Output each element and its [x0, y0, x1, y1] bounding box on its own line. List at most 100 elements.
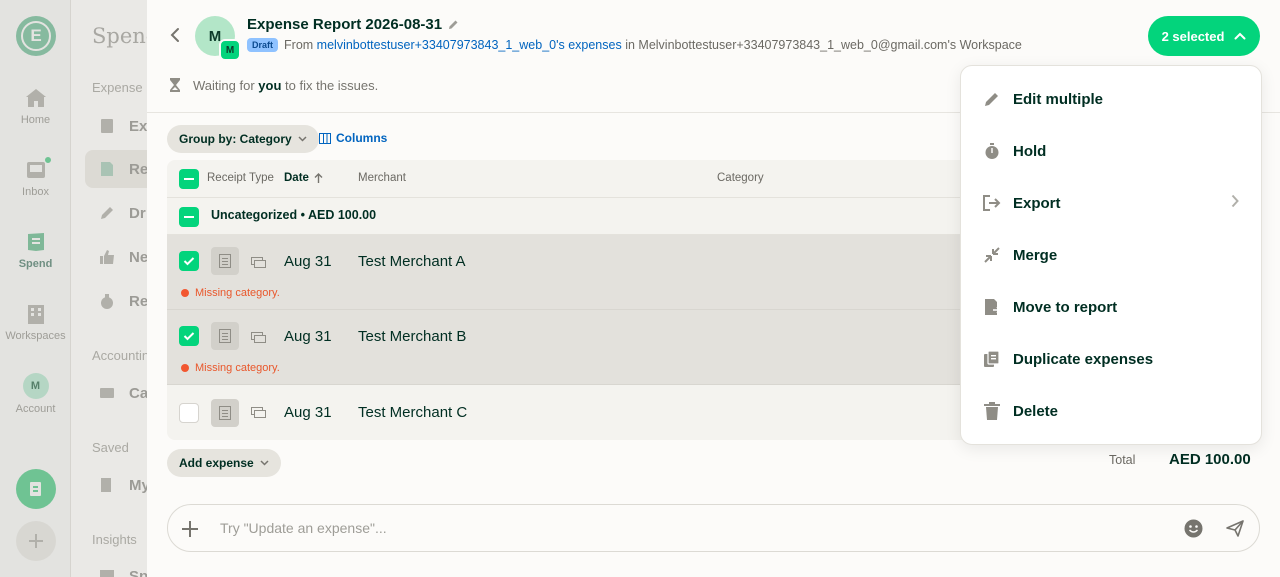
duplicate-icon [982, 349, 1002, 369]
sidebar-item-label: Dr [129, 204, 146, 222]
receipt-thumbnail[interactable] [211, 322, 239, 350]
workspace-avatar: M [219, 39, 241, 61]
menu-item-move-to-report[interactable]: Move to report [961, 281, 1261, 333]
menu-item-duplicate-expenses[interactable]: Duplicate expenses [961, 333, 1261, 385]
card-icon [100, 388, 114, 398]
plus-icon [29, 534, 43, 548]
header-merchant[interactable]: Merchant [358, 172, 406, 184]
header-date-label: Date [284, 172, 309, 184]
from-link[interactable]: melvinbottestuser+33407973843_1_web_0's … [317, 38, 622, 52]
move-report-icon [982, 297, 1002, 317]
header-receipt-type[interactable]: Receipt Type [207, 172, 274, 184]
cash-icon [251, 257, 266, 268]
sidebar-section-insights: Insights [92, 532, 137, 547]
row-checkbox[interactable] [179, 326, 199, 346]
row-merchant: Test Merchant A [358, 253, 466, 270]
create-expense-button[interactable] [16, 469, 56, 509]
total-label: Total [1109, 453, 1136, 467]
sidebar-item-label: Ne [129, 248, 147, 266]
receipt-plus-icon [30, 482, 41, 496]
receipt-icon [219, 406, 231, 420]
global-create-button[interactable] [16, 521, 56, 561]
composer-placeholder[interactable]: Try "Update an expense"... [220, 520, 387, 536]
sidebar-item-reports[interactable]: Re [85, 150, 147, 188]
add-expense-label: Add expense [179, 456, 254, 470]
sidebar-item-needs-approval[interactable]: Ne [85, 238, 147, 276]
saved-search-icon [101, 478, 111, 492]
stopwatch-icon [982, 141, 1002, 161]
receipt-thumbnail[interactable] [211, 399, 239, 427]
receipt-thumbnail[interactable] [211, 247, 239, 275]
export-icon [982, 193, 1002, 213]
nav-account[interactable]: M Account [0, 373, 71, 415]
nav-spend[interactable]: Spend [0, 230, 71, 270]
from-prefix: From [284, 38, 314, 52]
menu-item-hold[interactable]: Hold [961, 125, 1261, 177]
add-expense-button[interactable]: Add expense [167, 449, 281, 477]
arrow-up-icon [314, 172, 323, 183]
menu-item-label: Merge [1013, 246, 1058, 264]
menu-item-label: Move to report [1013, 298, 1118, 316]
send-icon[interactable] [1226, 520, 1244, 537]
group-by-label: Group by: Category [179, 132, 292, 146]
spend-icon [24, 230, 48, 254]
nav-workspaces-label: Workspaces [5, 330, 66, 342]
nav-account-label: Account [15, 403, 56, 415]
back-button[interactable] [165, 25, 185, 45]
header-date[interactable]: Date [284, 172, 323, 184]
group-checkbox[interactable] [179, 207, 199, 227]
row-checkbox[interactable] [179, 251, 199, 271]
report-title-text: Expense Report 2026-08-31 [247, 16, 443, 33]
row-error: Missing category. [181, 362, 280, 374]
sidebar-item-reimburse[interactable]: Re [85, 282, 147, 320]
plus-icon[interactable] [181, 520, 199, 538]
sidebar-item-cards[interactable]: Ca [85, 374, 147, 412]
money-bag-icon [101, 294, 113, 309]
chat-composer[interactable]: Try "Update an expense"... [167, 504, 1260, 552]
select-all-checkbox[interactable] [179, 169, 199, 189]
menu-item-delete[interactable]: Delete [961, 385, 1261, 437]
sidebar-item-my-saved[interactable]: My [85, 466, 147, 504]
sidebar-item-label: Ex [129, 117, 147, 135]
sidebar-section-accounting: Accountin [92, 348, 147, 363]
status-badge: Draft [247, 38, 279, 52]
nav-workspaces[interactable]: Workspaces [0, 302, 71, 342]
menu-item-label: Duplicate expenses [1013, 350, 1154, 368]
columns-button[interactable]: Columns [319, 131, 387, 145]
chevron-left-icon [170, 28, 179, 42]
selected-actions-button[interactable]: 2 selected [1148, 16, 1260, 56]
row-error-text: Missing category. [195, 362, 280, 374]
report-title[interactable]: Expense Report 2026-08-31 [247, 16, 459, 33]
receipt-icon [219, 254, 231, 268]
chevron-up-icon [1234, 32, 1246, 40]
pencil-icon[interactable] [448, 19, 459, 30]
cash-icon [251, 332, 266, 343]
header-category[interactable]: Category [717, 172, 764, 184]
selected-count-label: 2 selected [1161, 28, 1225, 44]
status-suffix: to fix the issues. [285, 77, 379, 93]
nav-inbox[interactable]: Inbox [0, 156, 71, 198]
logo-e-icon: E [21, 21, 51, 51]
calendar-icon [100, 570, 114, 577]
menu-item-export[interactable]: Export [961, 177, 1261, 229]
row-date: Aug 31 [284, 404, 332, 421]
sidebar-item-spend[interactable]: Sp [85, 557, 147, 577]
menu-item-edit-multiple[interactable]: Edit multiple [961, 73, 1261, 125]
row-date: Aug 31 [284, 328, 332, 345]
row-checkbox[interactable] [179, 403, 199, 423]
sidebar-item-drafts[interactable]: Dr [85, 194, 147, 232]
sidebar-item-expenses[interactable]: Ex [85, 107, 147, 145]
pencil-icon [101, 207, 113, 219]
menu-item-label: Edit multiple [1013, 90, 1103, 108]
hourglass-icon [170, 78, 180, 92]
expensify-logo[interactable]: E [16, 16, 56, 56]
nav-home-label: Home [20, 114, 51, 126]
workspace-text: in Melvinbottestuser+33407973843_1_web_0… [625, 38, 1022, 52]
error-dot-icon [181, 289, 189, 297]
merge-icon [982, 245, 1002, 265]
group-by-button[interactable]: Group by: Category [167, 125, 319, 153]
emoji-icon[interactable] [1184, 519, 1203, 538]
nav-home[interactable]: Home [0, 86, 71, 126]
menu-item-merge[interactable]: Merge [961, 229, 1261, 281]
building-icon [24, 302, 48, 326]
